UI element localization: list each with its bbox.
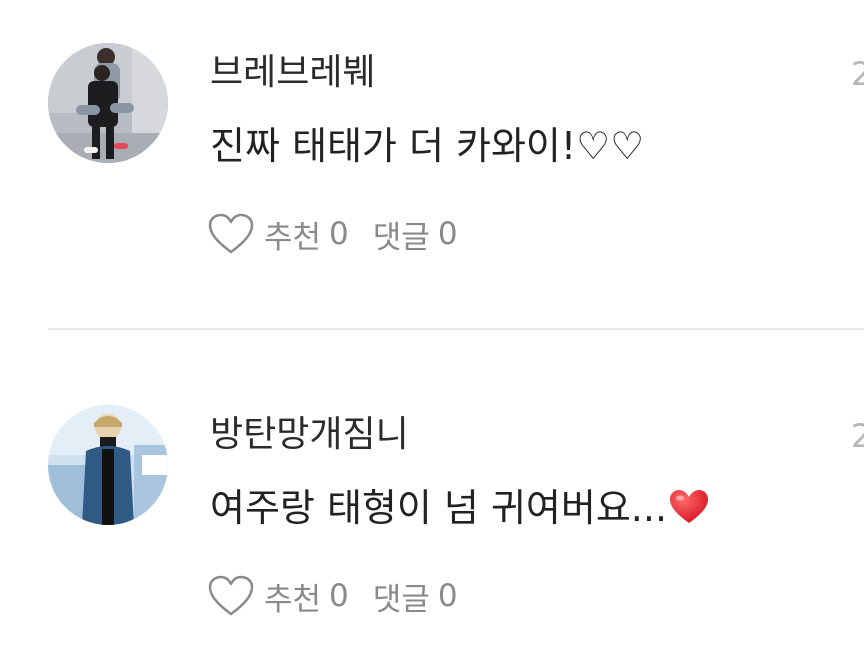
timestamp: 2 bbox=[851, 417, 864, 455]
comment-item: 브레브레붸 2 진짜 태태가 더 카와이!♡♡ 추천 0 댓글 0 bbox=[0, 0, 864, 300]
avatar[interactable] bbox=[48, 405, 168, 525]
red-heart-emoji-icon bbox=[670, 490, 709, 523]
heart-outline-icon bbox=[208, 575, 254, 616]
reply-button[interactable]: 댓글 0 bbox=[373, 574, 458, 619]
like-label: 추천 bbox=[264, 219, 322, 256]
reply-count: 0 bbox=[437, 578, 458, 614]
like-button[interactable]: 추천 0 bbox=[208, 212, 349, 257]
divider bbox=[48, 328, 864, 330]
heart-outline-icon bbox=[208, 213, 254, 254]
comment-text-body: 여주랑 태형이 넘 귀여버요... bbox=[210, 486, 668, 530]
reply-button[interactable]: 댓글 0 bbox=[373, 212, 458, 257]
like-label: 추천 bbox=[264, 581, 322, 618]
reply-label: 댓글 bbox=[372, 581, 430, 618]
comment-actions: 추천 0 댓글 0 bbox=[208, 572, 458, 620]
username[interactable]: 방탄망개짐니 bbox=[210, 412, 409, 458]
like-count: 0 bbox=[329, 578, 349, 614]
comment-item: 방탄망개짐니 2 여주랑 태형이 넘 귀여버요... 추천 0 댓글 0 bbox=[0, 362, 864, 662]
username[interactable]: 브레브레붸 bbox=[210, 50, 376, 96]
like-button[interactable]: 추천 0 bbox=[208, 574, 349, 619]
timestamp: 2 bbox=[851, 55, 864, 93]
reply-count: 0 bbox=[437, 216, 458, 252]
like-count: 0 bbox=[329, 216, 349, 252]
comment-actions: 추천 0 댓글 0 bbox=[208, 210, 458, 258]
comment-text: 진짜 태태가 더 카와이!♡♡ bbox=[210, 124, 645, 168]
comment-text: 여주랑 태형이 넘 귀여버요... bbox=[210, 484, 709, 532]
reply-label: 댓글 bbox=[372, 219, 430, 256]
avatar[interactable] bbox=[48, 43, 168, 163]
